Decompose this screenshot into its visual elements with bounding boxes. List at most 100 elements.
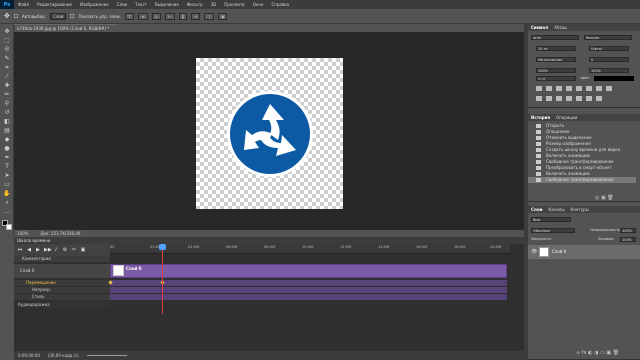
fx-icon[interactable]: fx: [582, 350, 587, 356]
menu-window[interactable]: Окно: [249, 0, 268, 9]
new-layer-icon[interactable]: ▣: [606, 350, 611, 356]
layer-name[interactable]: Слой 0: [552, 249, 566, 254]
shape-tool-icon[interactable]: ▭: [3, 181, 11, 188]
brush-tool-icon[interactable]: ✏: [3, 91, 11, 98]
font-size-field[interactable]: 20 пт: [536, 46, 576, 51]
leading-field[interactable]: (Авто): [589, 46, 629, 51]
position-property[interactable]: Перемещение: [14, 280, 110, 286]
lasso-tool-icon[interactable]: ᘓ: [3, 46, 11, 53]
gradient-tool-icon[interactable]: ▤: [3, 127, 11, 134]
folder-icon[interactable]: ▭: [600, 350, 605, 356]
tracking-field[interactable]: Метрические: [536, 57, 576, 62]
menu-layers[interactable]: Слои: [113, 0, 131, 9]
visibility-eye-icon[interactable]: 👁: [531, 249, 537, 255]
hand-tool-icon[interactable]: ✋: [3, 190, 11, 197]
adjustment-icon[interactable]: ◑: [594, 350, 598, 356]
align-middle-button[interactable]: ≡: [138, 12, 148, 20]
prev-frame-icon[interactable]: ◀: [26, 247, 32, 253]
move-tool-icon[interactable]: ✥: [4, 12, 10, 20]
mask-icon[interactable]: ◐: [588, 350, 592, 356]
blur-tool-icon[interactable]: ◆: [3, 136, 11, 143]
swash-icon[interactable]: [556, 96, 562, 101]
split-icon[interactable]: ✂: [71, 247, 77, 253]
menu-filter[interactable]: Фильтр: [183, 0, 207, 9]
marquee-tool-icon[interactable]: ⬚: [3, 37, 11, 44]
eraser-tool-icon[interactable]: ◧: [3, 118, 11, 125]
style-track[interactable]: [110, 294, 507, 300]
first-frame-icon[interactable]: ⏮: [17, 247, 23, 253]
align-left-button[interactable]: ⊢: [165, 12, 175, 20]
menu-view[interactable]: Просмотр: [220, 0, 249, 9]
eyedropper-tool-icon[interactable]: ⁄: [3, 73, 11, 80]
align-right-button[interactable]: ⊣: [190, 12, 201, 20]
link-icon[interactable]: ∞: [576, 350, 580, 356]
playhead-handle[interactable]: [159, 244, 166, 250]
alternates-icon[interactable]: [566, 96, 572, 101]
horizontal-scale-field[interactable]: 100%: [589, 68, 629, 73]
menu-help[interactable]: Справка: [267, 0, 293, 9]
tab-actions[interactable]: Операции: [556, 114, 577, 121]
zoom-slider[interactable]: [86, 355, 127, 356]
small-caps-icon[interactable]: [566, 86, 572, 91]
opacity-track[interactable]: [110, 287, 507, 293]
align-bottom-button[interactable]: ⊥: [151, 12, 162, 20]
baseline-field[interactable]: 0 пт: [536, 76, 576, 81]
layer-clip[interactable]: [110, 264, 507, 278]
italic-icon[interactable]: [546, 86, 552, 91]
bold-icon[interactable]: [536, 86, 542, 91]
timeline-ruler[interactable]: 00 02:00f 04:00f 06:00f 08:00f 10:00f 12…: [110, 244, 510, 254]
history-item-selected[interactable]: Свободное трансформирование: [528, 177, 636, 184]
menu-type[interactable]: Текст: [131, 0, 151, 9]
auto-select-checkbox[interactable]: [13, 14, 18, 18]
tab-history[interactable]: История: [531, 114, 550, 121]
snapshot-icon[interactable]: ◎: [595, 195, 599, 201]
menu-3d[interactable]: 3D: [207, 0, 221, 9]
trash-icon[interactable]: 🗑: [607, 195, 613, 201]
tab-paths[interactable]: Контуры: [571, 206, 589, 213]
pen-tool-icon[interactable]: ✒: [3, 154, 11, 161]
caps-icon[interactable]: [556, 86, 562, 91]
show-controls-checkbox[interactable]: [70, 14, 75, 18]
audio-icon[interactable]: ♪: [53, 247, 59, 253]
tab-character[interactable]: Символ: [531, 24, 548, 31]
vertical-scale-field[interactable]: 100%: [536, 68, 576, 73]
next-frame-icon[interactable]: ▶▶: [44, 247, 52, 253]
settings-icon[interactable]: ⚙: [62, 247, 68, 253]
opacity-field[interactable]: 100%: [620, 228, 636, 233]
document-tab[interactable]: b740cb-1939.jpg @ 100% (Слой 0, RGB/8#) …: [14, 24, 118, 32]
font-family-select[interactable]: Arial: [531, 35, 579, 40]
titling-icon[interactable]: [576, 96, 582, 101]
fractions-icon[interactable]: [596, 96, 602, 101]
underline-icon[interactable]: [596, 86, 602, 91]
crop-tool-icon[interactable]: ⌗: [3, 64, 11, 71]
play-icon[interactable]: ▶: [35, 247, 41, 253]
style-property[interactable]: Стиль: [14, 294, 110, 300]
quick-select-tool-icon[interactable]: ✎: [3, 55, 11, 62]
delete-layer-icon[interactable]: 🗑: [613, 350, 619, 356]
tab-channels[interactable]: Каналы: [548, 206, 564, 213]
zoom-level[interactable]: 100%: [17, 230, 28, 237]
align-center-button[interactable]: ‖: [178, 12, 187, 20]
text-color-swatch[interactable]: [594, 76, 634, 81]
history-brush-tool-icon[interactable]: ↺: [3, 109, 11, 116]
position-track[interactable]: [110, 280, 507, 286]
3d-mode-button[interactable]: ◈: [218, 12, 228, 20]
healing-tool-icon[interactable]: ✚: [3, 82, 11, 89]
blend-mode-select[interactable]: Обычные: [531, 228, 575, 233]
menu-edit[interactable]: Редактирование: [33, 0, 76, 9]
tab-layers[interactable]: Слои: [531, 206, 542, 213]
strikethrough-icon[interactable]: [606, 86, 612, 91]
timeline-layer-label[interactable]: Слой 0: [14, 264, 110, 278]
superscript-icon[interactable]: [576, 86, 582, 91]
fill-field[interactable]: 100%: [620, 237, 636, 242]
zoom-tool-icon[interactable]: ⌕: [3, 199, 11, 206]
playhead[interactable]: [162, 244, 163, 314]
transition-icon[interactable]: ▣: [80, 247, 86, 253]
type-tool-icon[interactable]: T: [3, 163, 11, 170]
kerning-field[interactable]: 0: [589, 57, 629, 62]
path-select-tool-icon[interactable]: ➤: [3, 172, 11, 179]
dodge-tool-icon[interactable]: ●: [3, 145, 11, 152]
layer-row[interactable]: 👁 Слой 0: [528, 245, 640, 259]
align-top-button[interactable]: ⊤: [124, 12, 135, 20]
background-color-swatch[interactable]: [6, 224, 12, 230]
